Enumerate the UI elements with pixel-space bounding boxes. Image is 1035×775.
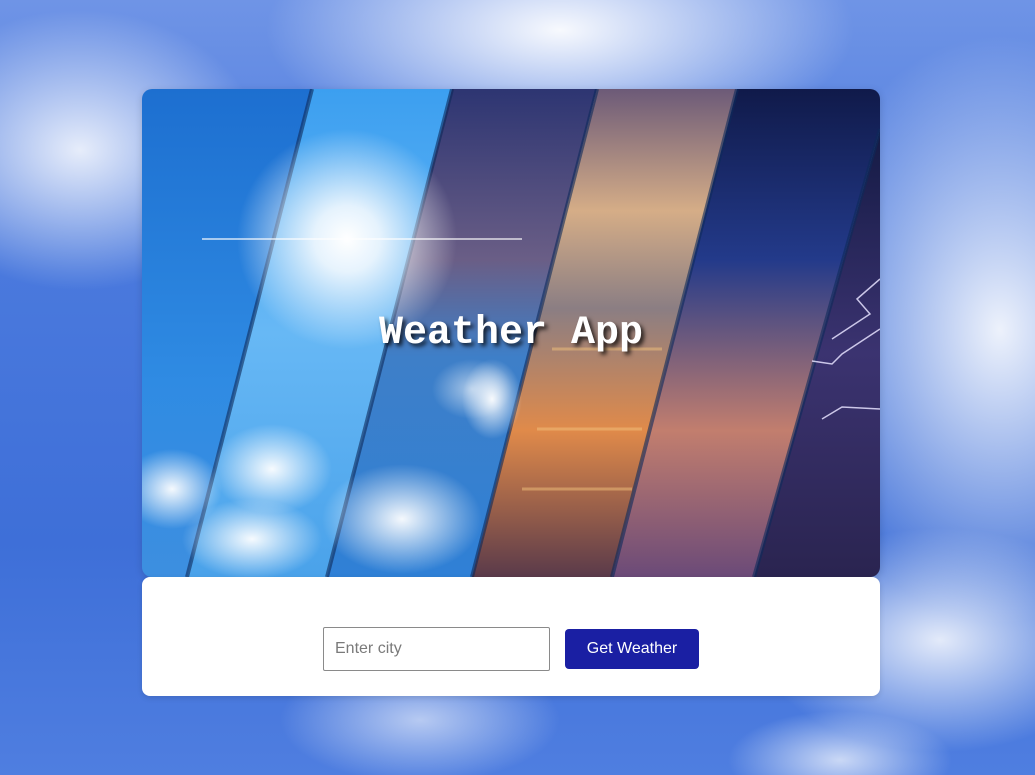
search-panel: Get Weather	[142, 577, 880, 696]
hero-banner: Weather App	[142, 89, 880, 577]
app-title: Weather App	[378, 311, 644, 356]
get-weather-button[interactable]: Get Weather	[565, 629, 699, 669]
city-input[interactable]	[323, 627, 550, 671]
